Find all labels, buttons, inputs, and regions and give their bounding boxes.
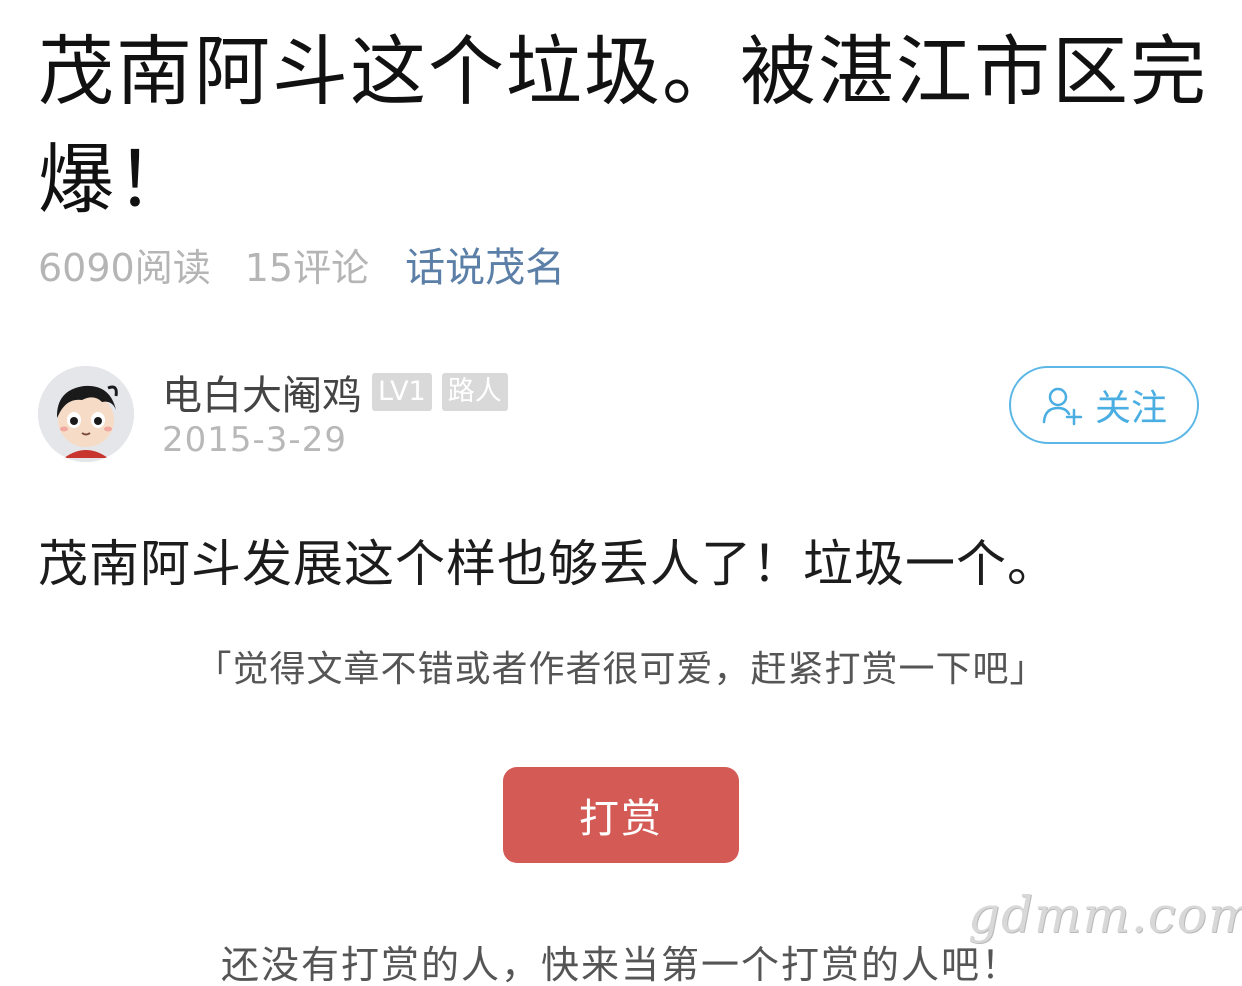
read-count: 6090阅读: [38, 245, 211, 290]
author-info: 电白大阉鸡 LV1 路人: [162, 364, 518, 420]
post-content: 茂南阿斗发展这个样也够丢人了！垃圾一个。: [38, 535, 1058, 593]
no-reward-text: 还没有打赏的人，快来当第一个打赏的人吧！: [220, 943, 1021, 986]
avatar[interactable]: [38, 366, 134, 462]
reward-button[interactable]: 打赏: [503, 767, 739, 863]
follow-label: 关注: [1094, 388, 1167, 429]
post-meta: 6090阅读 15评论 话说茂名: [38, 235, 565, 293]
comment-count[interactable]: 15评论: [245, 237, 369, 292]
board-link[interactable]: 话说茂名: [405, 235, 565, 293]
post-page: 茂南阿斗这个垃圾。被湛江市区完爆！ 6090阅读 15评论 话说茂名 电白大阉鸡…: [0, 0, 1242, 986]
follow-button[interactable]: 关注: [1009, 366, 1199, 444]
add-user-icon: [1042, 387, 1083, 426]
post-title: 茂南阿斗这个垃圾。被湛江市区完爆！: [38, 27, 1208, 224]
post-date: 2015-3-29: [162, 420, 347, 460]
author-name[interactable]: 电白大阉鸡: [162, 363, 362, 421]
reward-hint: 「觉得文章不错或者作者很可爱，赶紧打赏一下吧」: [195, 649, 1047, 690]
rank-badge: 路人: [441, 373, 508, 411]
level-badge: LV1: [372, 373, 432, 411]
cartoon-avatar-icon: [38, 366, 134, 462]
